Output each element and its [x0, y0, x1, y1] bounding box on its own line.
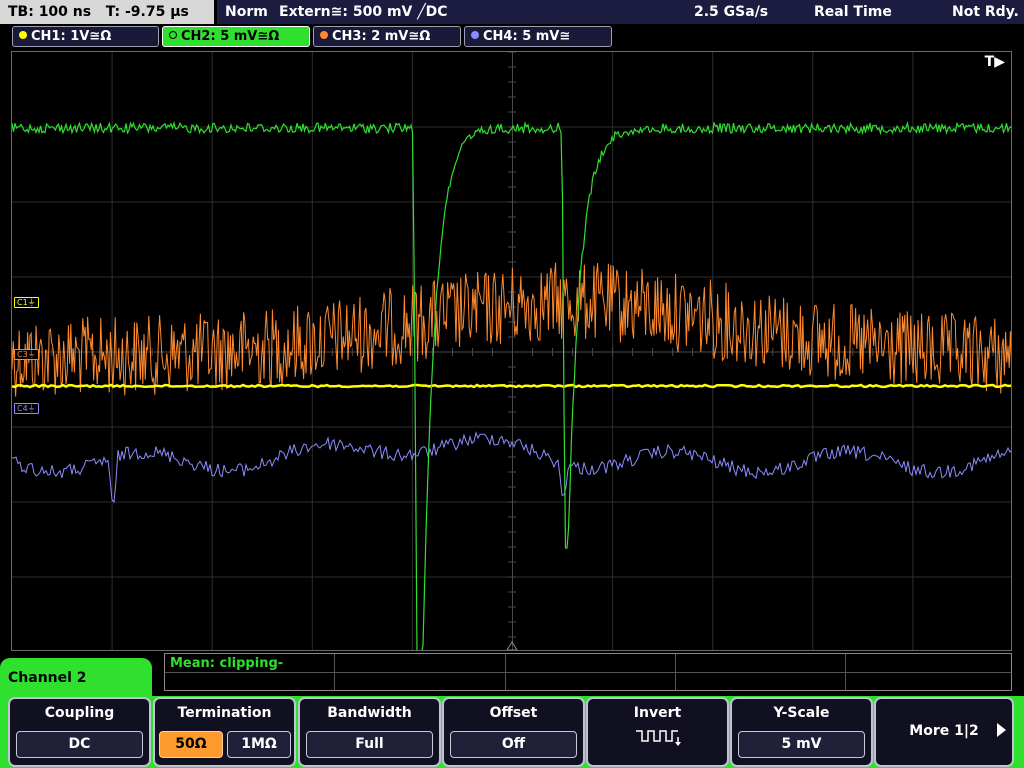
trigger-mode: Norm: [225, 4, 268, 20]
tab-ch4-label: CH4: 5 mV≅: [483, 29, 571, 44]
ch2-dot-icon: [169, 31, 177, 39]
channel-tabs: CH1: 1V≅Ω CH2: 5 mV≅Ω CH3: 2 mV≅Ω CH4: 5…: [0, 26, 1024, 48]
trigger-display[interactable]: Norm Extern≅: 500 mV ╱DC 2.5 GSa/s Real …: [217, 0, 1024, 24]
sample-rate: 2.5 GSa/s: [694, 4, 769, 20]
tab-ch2[interactable]: CH2: 5 mV≅Ω: [162, 26, 310, 47]
coupling-title: Coupling: [44, 705, 115, 721]
tab-ch4[interactable]: CH4: 5 mV≅: [464, 26, 612, 47]
ch4-ground-marker[interactable]: C4⏚: [14, 403, 39, 414]
tab-ch3[interactable]: CH3: 2 mV≅Ω: [313, 26, 461, 47]
coupling-softkey[interactable]: Coupling DC: [8, 697, 151, 767]
tab-ch2-label: CH2: 5 mV≅Ω: [181, 29, 280, 44]
yscale-title: Y-Scale: [773, 705, 830, 721]
trigger-marker-icon[interactable]: T▶: [985, 54, 1005, 70]
measurement-panel: Mean: clipping-: [164, 653, 1012, 691]
bandwidth-title: Bandwidth: [327, 705, 412, 721]
offset-value[interactable]: Off: [450, 731, 577, 758]
ch1-dot-icon: [19, 31, 27, 39]
timebase-display[interactable]: TB: 100 ns T: -9.75 µs: [0, 0, 214, 24]
more-softkey[interactable]: More 1|2: [874, 697, 1014, 767]
coupling-value[interactable]: DC: [16, 731, 143, 758]
ch3-ground-marker[interactable]: C3⏚: [14, 349, 39, 360]
trigger-position-value: T: -9.75 µs: [105, 4, 189, 20]
invert-waveform-icon: [636, 730, 681, 746]
chevron-right-icon: [997, 723, 1006, 737]
tab-ch1-label: CH1: 1V≅Ω: [31, 29, 112, 44]
ch1-ground-marker[interactable]: C1⏚: [14, 297, 39, 308]
status-bar: TB: 100 ns T: -9.75 µs Norm Extern≅: 500…: [0, 0, 1024, 24]
invert-title: Invert: [633, 705, 682, 721]
more-label: More 1|2: [909, 723, 979, 739]
tab-ch1[interactable]: CH1: 1V≅Ω: [12, 26, 159, 47]
trigger-source: Extern≅: 500 mV ╱DC: [279, 4, 448, 20]
bandwidth-softkey[interactable]: Bandwidth Full: [298, 697, 441, 767]
ch3-dot-icon: [320, 31, 328, 39]
meas-divider: [165, 672, 1011, 673]
acquisition-mode: Real Time: [814, 4, 892, 20]
menu-title: Channel 2: [0, 658, 152, 698]
termination-1m-option[interactable]: 1MΩ: [227, 731, 291, 758]
waveform-screen[interactable]: T▶ C1⏚ C3⏚ C4⏚: [11, 51, 1012, 651]
ch1-trace: [12, 383, 1011, 389]
yscale-softkey[interactable]: Y-Scale 5 mV: [730, 697, 873, 767]
bandwidth-value[interactable]: Full: [306, 731, 433, 758]
offset-title: Offset: [489, 705, 538, 721]
offset-softkey[interactable]: Offset Off: [442, 697, 585, 767]
ch4-dot-icon: [471, 31, 479, 39]
termination-50-option[interactable]: 50Ω: [159, 731, 223, 758]
termination-softkey[interactable]: Termination 50Ω 1MΩ: [153, 697, 296, 767]
yscale-value[interactable]: 5 mV: [738, 731, 865, 758]
meas-divider: [675, 654, 676, 690]
invert-softkey[interactable]: Invert: [586, 697, 729, 767]
measurement-result: Mean: clipping-: [170, 656, 284, 671]
timebase-value: TB: 100 ns: [8, 4, 92, 20]
meas-divider: [334, 654, 335, 690]
tab-ch3-label: CH3: 2 mV≅Ω: [332, 29, 431, 44]
acquisition-state: Not Rdy.: [952, 4, 1019, 20]
meas-divider: [845, 654, 846, 690]
termination-title: Termination: [177, 705, 272, 721]
waveform-plot: [12, 52, 1011, 650]
meas-divider: [505, 654, 506, 690]
